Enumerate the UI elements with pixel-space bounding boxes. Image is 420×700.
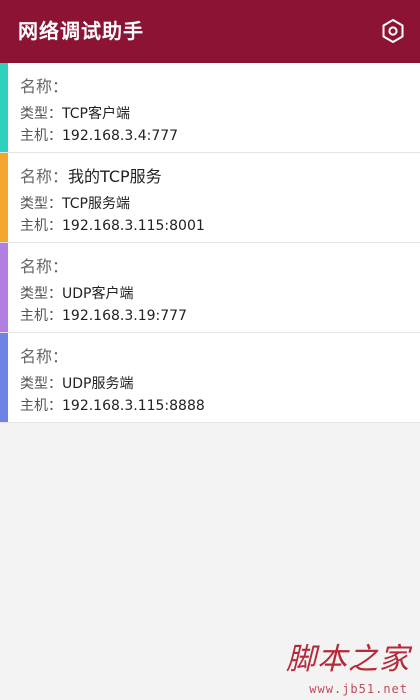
- host-value: 192.168.3.115:8001: [62, 218, 205, 234]
- connection-name: 名称：: [20, 257, 68, 277]
- connection-item[interactable]: 名称： 类型：TCP客户端 主机：192.168.3.4:777: [0, 63, 420, 153]
- type-label: 类型：: [20, 106, 62, 122]
- connection-host: 主机：192.168.3.115:8888: [20, 397, 205, 415]
- type-label: 类型：: [20, 196, 62, 212]
- connection-color-stripe: [0, 333, 8, 422]
- host-label: 主机：: [20, 218, 62, 234]
- host-label: 主机：: [20, 398, 62, 414]
- connection-item[interactable]: 名称：我的TCP服务 类型：TCP服务端 主机：192.168.3.115:80…: [0, 153, 420, 243]
- watermark-logo: 脚本之家: [286, 642, 410, 677]
- connection-color-stripe: [0, 243, 8, 332]
- connection-type: 类型：UDP服务端: [20, 375, 133, 393]
- type-value: TCP服务端: [62, 196, 130, 212]
- connection-color-stripe: [0, 153, 8, 242]
- connection-name: 名称：: [20, 347, 68, 367]
- app-bar: 网络调试助手: [0, 0, 420, 63]
- connection-type: 类型：TCP客户端: [20, 105, 130, 123]
- connection-item[interactable]: 名称： 类型：UDP客户端 主机：192.168.3.19:777: [0, 243, 420, 333]
- connection-item[interactable]: 名称： 类型：UDP服务端 主机：192.168.3.115:8888: [0, 333, 420, 423]
- connection-name: 名称：: [20, 77, 68, 97]
- connection-type: 类型：UDP客户端: [20, 285, 133, 303]
- settings-button[interactable]: [378, 16, 408, 46]
- connection-type: 类型：TCP服务端: [20, 195, 130, 213]
- host-value: 192.168.3.4:777: [62, 128, 179, 144]
- name-label: 名称：: [20, 167, 69, 186]
- connection-color-stripe: [0, 63, 8, 152]
- connection-host: 主机：192.168.3.115:8001: [20, 217, 205, 235]
- host-label: 主机：: [20, 308, 62, 324]
- watermark-url: www.jb51.net: [309, 682, 408, 696]
- type-value: UDP服务端: [62, 376, 134, 392]
- connection-name: 名称：我的TCP服务: [20, 167, 162, 187]
- host-value: 192.168.3.115:8888: [62, 398, 205, 414]
- type-value: UDP客户端: [62, 286, 134, 302]
- settings-hexagon-icon: [382, 19, 404, 43]
- connection-host: 主机：192.168.3.4:777: [20, 127, 178, 145]
- host-value: 192.168.3.19:777: [62, 308, 187, 324]
- app-title: 网络调试助手: [18, 19, 144, 43]
- connection-list: 名称： 类型：TCP客户端 主机：192.168.3.4:777 名称：我的TC…: [0, 63, 420, 423]
- host-label: 主机：: [20, 128, 62, 144]
- name-label: 名称：: [20, 257, 69, 276]
- type-label: 类型：: [20, 286, 62, 302]
- connection-host: 主机：192.168.3.19:777: [20, 307, 187, 325]
- name-label: 名称：: [20, 347, 69, 366]
- name-label: 名称：: [20, 77, 69, 96]
- type-label: 类型：: [20, 376, 62, 392]
- name-value: 我的TCP服务: [68, 167, 162, 186]
- type-value: TCP客户端: [62, 106, 130, 122]
